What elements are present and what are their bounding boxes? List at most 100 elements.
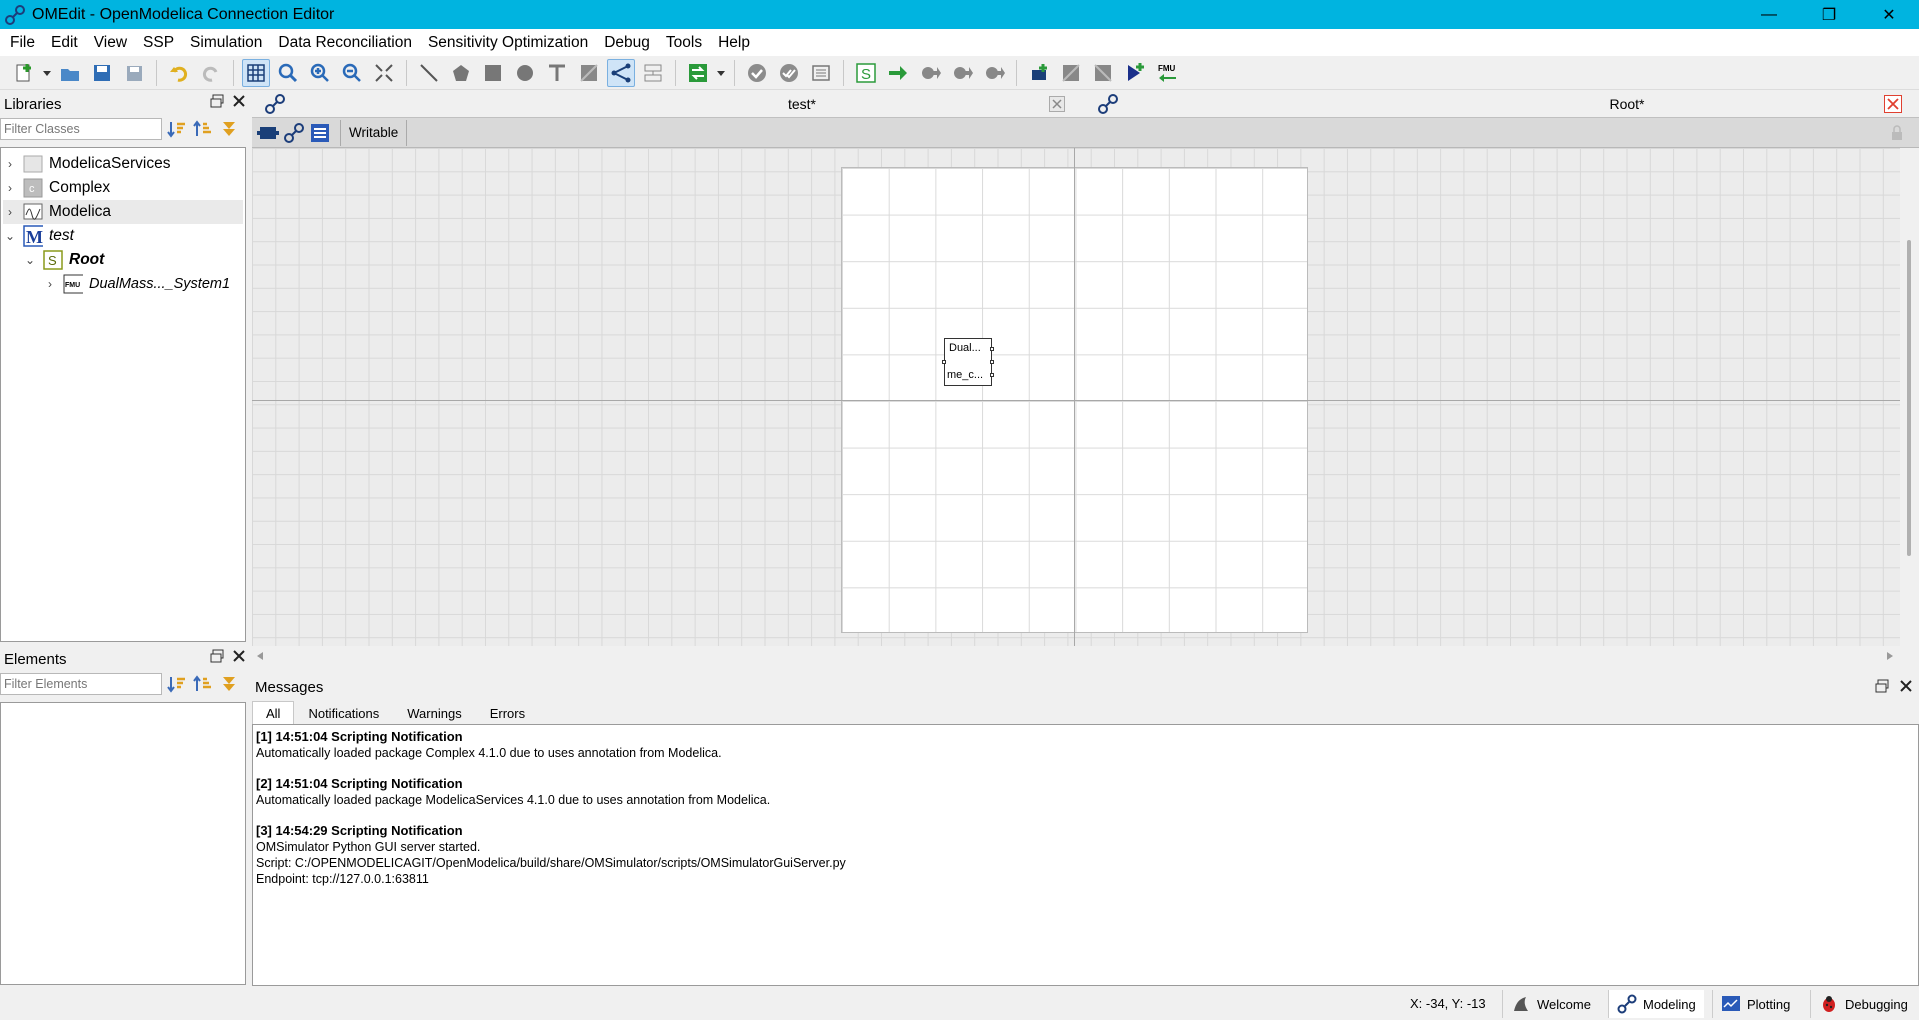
perspective-modeling-button[interactable]: Modeling	[1608, 990, 1704, 1018]
tab-notifications[interactable]: Notifications	[294, 701, 393, 725]
minimize-button[interactable]: —	[1739, 0, 1799, 29]
tab-test[interactable]: test*	[652, 90, 952, 118]
simulate-icon[interactable]	[884, 59, 912, 87]
sort-descending-icon[interactable]	[192, 118, 214, 140]
sort-ascending-icon[interactable]	[166, 673, 188, 695]
tree-item-root[interactable]: ⌄ S Root	[23, 248, 263, 272]
collapse-all-icon[interactable]	[218, 118, 240, 140]
tab-errors[interactable]: Errors	[476, 701, 539, 725]
fit-to-window-icon[interactable]	[370, 59, 398, 87]
bitmap-tool-icon[interactable]	[575, 59, 603, 87]
float-dock-icon[interactable]	[210, 649, 224, 663]
zoom-out-icon[interactable]	[338, 59, 366, 87]
close-dock-icon[interactable]	[232, 649, 246, 663]
output-port[interactable]	[990, 373, 994, 377]
scroll-left-icon[interactable]	[256, 652, 264, 660]
output-port[interactable]	[990, 360, 994, 364]
sort-ascending-icon[interactable]	[166, 118, 188, 140]
menu-tools[interactable]: Tools	[658, 29, 710, 56]
diagram-view-icon[interactable]	[282, 121, 306, 145]
input-port[interactable]	[942, 360, 946, 364]
expand-arrow-icon[interactable]: ›	[3, 157, 17, 171]
save-icon[interactable]	[88, 59, 116, 87]
icon-view-icon[interactable]	[256, 121, 280, 145]
simulate-with-transformational-debugger-icon[interactable]	[916, 59, 944, 87]
filter-elements-input[interactable]: Filter Elements	[0, 673, 162, 695]
connect-mode-icon[interactable]	[607, 58, 635, 87]
fmu-component[interactable]: Dual... me_c...	[942, 338, 994, 386]
model-switcher-dropdown-icon[interactable]	[716, 59, 726, 87]
check-model-icon[interactable]	[743, 59, 771, 87]
simulate-with-algorithmic-debugger-icon[interactable]	[948, 59, 976, 87]
rectangle-tool-icon[interactable]	[479, 59, 507, 87]
perspective-plotting-button[interactable]: Plotting	[1712, 990, 1798, 1018]
menu-sensitivity-optimization[interactable]: Sensitivity Optimization	[420, 29, 596, 56]
menu-simulation[interactable]: Simulation	[182, 29, 270, 56]
oms-simulate-icon[interactable]	[1121, 59, 1149, 87]
zoom-fit-icon[interactable]	[274, 59, 302, 87]
canvas-horizontal-scrollbar[interactable]	[252, 646, 1900, 666]
new-dropdown-icon[interactable]	[42, 59, 52, 87]
undo-icon[interactable]	[165, 59, 193, 87]
add-bus-icon[interactable]	[1057, 59, 1085, 87]
menu-data-reconciliation[interactable]: Data Reconciliation	[270, 29, 420, 56]
tab-test-close-icon[interactable]	[1049, 90, 1065, 118]
close-dock-icon[interactable]	[232, 94, 246, 108]
menu-edit[interactable]: Edit	[43, 29, 86, 56]
close-window-button[interactable]: ✕	[1859, 0, 1919, 29]
menu-ssp[interactable]: SSP	[135, 29, 182, 56]
tab-root-close-icon[interactable]	[1884, 90, 1902, 118]
float-dock-icon[interactable]	[1875, 679, 1889, 693]
add-tlm-bus-icon[interactable]	[1089, 59, 1117, 87]
line-tool-icon[interactable]	[415, 59, 443, 87]
transition-mode-icon[interactable]	[639, 59, 667, 87]
tree-item-dualmass-system1[interactable]: › FMU DualMass..._System1	[43, 272, 283, 296]
expand-arrow-icon[interactable]: ›	[3, 181, 17, 195]
ellipse-tool-icon[interactable]	[511, 59, 539, 87]
filter-classes-input[interactable]: Filter Classes	[0, 118, 162, 140]
float-dock-icon[interactable]	[210, 94, 224, 108]
perspective-debugging-button[interactable]: Debugging	[1810, 990, 1916, 1018]
expand-arrow-icon[interactable]: ›	[43, 277, 57, 291]
menu-view[interactable]: View	[86, 29, 135, 56]
tab-root[interactable]: Root*	[1502, 90, 1752, 118]
polygon-tool-icon[interactable]	[447, 59, 475, 87]
open-folder-icon[interactable]	[56, 59, 84, 87]
add-connector-icon[interactable]	[1025, 59, 1053, 87]
scroll-right-icon[interactable]	[1886, 652, 1894, 660]
tree-item-modelica[interactable]: › Modelica	[3, 200, 243, 224]
tab-all[interactable]: All	[252, 701, 295, 725]
menu-file[interactable]: File	[2, 29, 43, 56]
collapse-arrow-icon[interactable]: ⌄	[3, 229, 17, 243]
simulation-setup-icon[interactable]: S	[852, 59, 880, 87]
tree-item-modelicaservices[interactable]: › ModelicaServices	[3, 152, 243, 176]
menu-help[interactable]: Help	[710, 29, 758, 56]
model-switcher-icon[interactable]	[684, 59, 712, 87]
text-view-icon[interactable]	[308, 121, 332, 145]
tree-item-complex[interactable]: › c Complex	[3, 176, 243, 200]
tab-warnings[interactable]: Warnings	[393, 701, 475, 725]
tree-item-test[interactable]: ⌄ M test	[3, 224, 243, 248]
menu-debug[interactable]: Debug	[596, 29, 658, 56]
canvas-vertical-scrollbar[interactable]	[1900, 148, 1919, 646]
check-all-models-icon[interactable]	[775, 59, 803, 87]
diagram-canvas[interactable]: Dual... me_c...	[252, 148, 1900, 646]
output-port[interactable]	[990, 347, 994, 351]
sort-descending-icon[interactable]	[192, 673, 214, 695]
redo-icon[interactable]	[197, 59, 225, 87]
collapse-arrow-icon[interactable]: ⌄	[23, 253, 37, 267]
new-file-icon[interactable]	[10, 59, 38, 87]
save-all-icon[interactable]	[120, 59, 148, 87]
grid-icon[interactable]	[242, 58, 270, 87]
simulate-with-animation-icon[interactable]	[980, 59, 1008, 87]
expand-arrow-icon[interactable]: ›	[3, 205, 17, 219]
import-fmu-icon[interactable]: FMU	[1153, 59, 1181, 87]
scrollbar-thumb[interactable]	[1907, 240, 1911, 556]
collapse-all-icon[interactable]	[218, 673, 240, 695]
lock-icon[interactable]	[1885, 121, 1909, 145]
zoom-in-icon[interactable]	[306, 59, 334, 87]
perspective-welcome-button[interactable]: Welcome	[1502, 990, 1599, 1018]
text-tool-icon[interactable]	[543, 59, 571, 87]
instantiate-model-icon[interactable]	[807, 59, 835, 87]
close-dock-icon[interactable]	[1899, 679, 1913, 693]
